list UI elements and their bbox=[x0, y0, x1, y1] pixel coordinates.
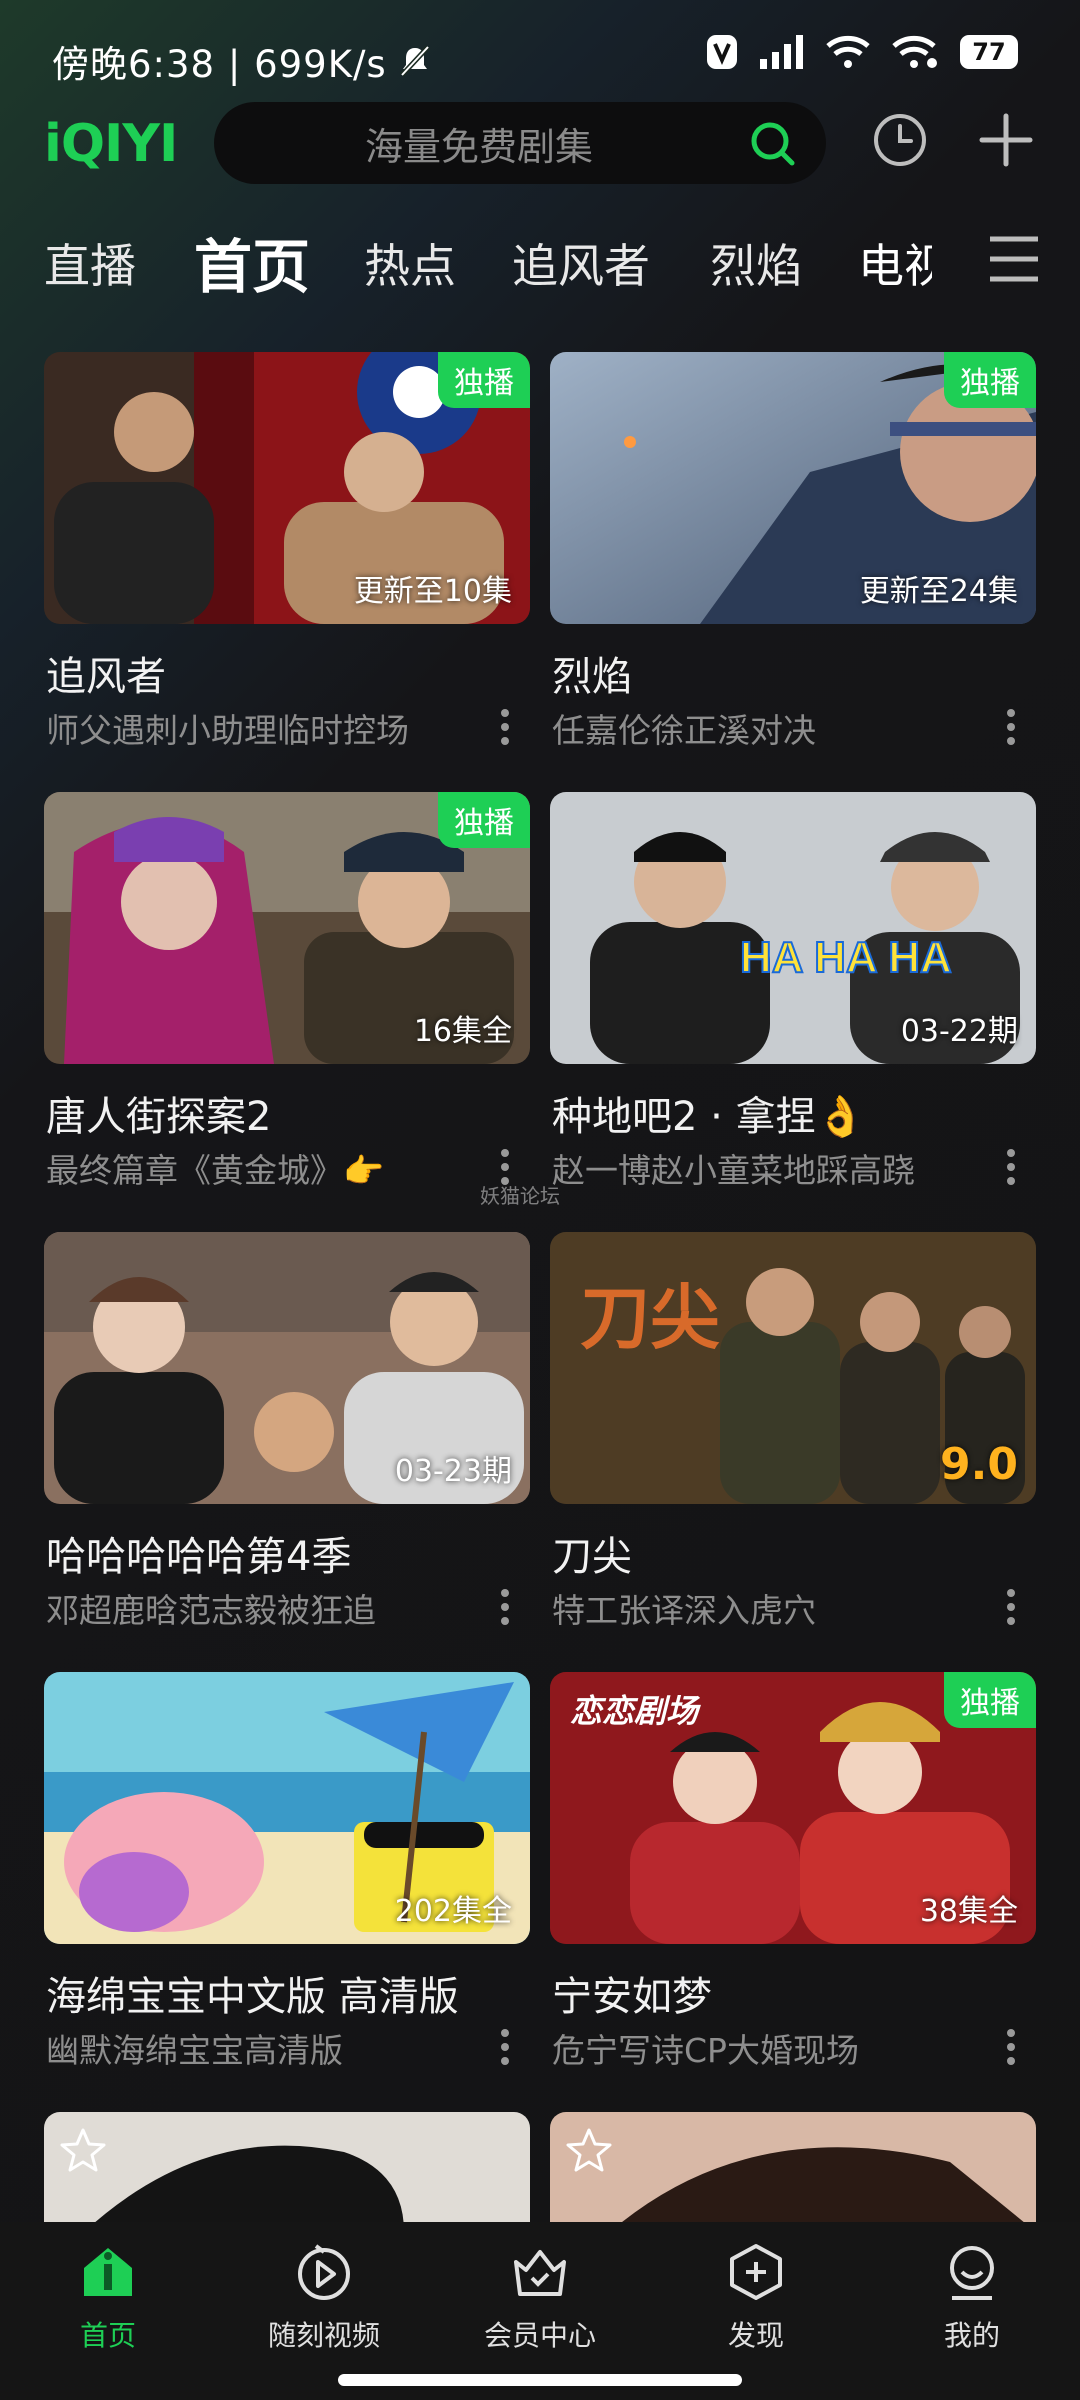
more-options-icon[interactable] bbox=[1006, 2028, 1016, 2066]
nav-discover[interactable]: 发现 bbox=[656, 2242, 856, 2354]
channel-tabs: 直播 首页 热点 追风者 烈焰 电视 bbox=[0, 220, 1080, 301]
status-bar: 傍晚6:38 | 699K/s 77 bbox=[0, 0, 1080, 110]
video-thumbnail[interactable]: 刀尖 9.0 bbox=[550, 1232, 1036, 1504]
nav-vip-label: 会员中心 bbox=[483, 2319, 596, 2352]
video-title[interactable]: 种地吧2 · 拿捏👌 bbox=[552, 1084, 865, 1142]
history-clock-icon[interactable] bbox=[872, 112, 928, 168]
video-thumbnail[interactable]: 03-23期 bbox=[44, 1232, 530, 1504]
tab-zhuifengzhe[interactable]: 追风者 bbox=[512, 230, 650, 296]
tab-hot[interactable]: 热点 bbox=[364, 230, 456, 296]
status-time: 傍晚6:38 | 699K/s bbox=[52, 43, 387, 86]
haha-logo-text: HA HA HA bbox=[740, 933, 952, 982]
signal-icon bbox=[760, 35, 803, 69]
video-thumbnail[interactable]: 202集全 bbox=[44, 1672, 530, 1944]
exclusive-badge: 独播 bbox=[944, 1672, 1036, 1728]
video-subtitle: 师父遇刺小助理临时控场 bbox=[46, 711, 409, 750]
episode-status: 202集全 bbox=[394, 1894, 512, 1929]
wifi-icon bbox=[826, 35, 870, 68]
home-icon bbox=[84, 2248, 132, 2296]
video-subtitle: 邓超鹿晗范志毅被狂追 bbox=[46, 1591, 376, 1630]
episode-status: 16集全 bbox=[413, 1014, 512, 1049]
rating-score: 9.0 bbox=[940, 1439, 1018, 1490]
video-thumbnail[interactable]: 独播 更新至10集 bbox=[44, 352, 530, 624]
status-right: 77 bbox=[706, 34, 1018, 70]
episode-status: 更新至24集 bbox=[859, 574, 1018, 609]
daojian-logo-text: 刀尖 bbox=[580, 1276, 720, 1359]
forum-watermark: 妖猫论坛 bbox=[480, 1184, 560, 1208]
video-subtitle: 任嘉伦徐正溪对决 bbox=[552, 711, 816, 750]
video-title[interactable]: 海绵宝宝中文版 高清版 bbox=[46, 1964, 459, 2022]
battery-level: 77 bbox=[960, 35, 1018, 69]
status-left: 傍晚6:38 | 699K/s bbox=[52, 34, 433, 88]
exclusive-badge: 独播 bbox=[944, 352, 1036, 408]
search-bar[interactable]: 海量免费剧集 bbox=[214, 102, 826, 184]
video-thumbnail[interactable]: 恋恋剧场 独播 38集全 bbox=[550, 1672, 1036, 1944]
nav-discover-label: 发现 bbox=[727, 2319, 784, 2352]
iqiyi-logo: iQIYI bbox=[44, 114, 178, 174]
episode-status: 更新至10集 bbox=[353, 574, 512, 609]
app-header: iQIYI 海量免费剧集 bbox=[0, 100, 1080, 190]
exclusive-badge: 独播 bbox=[438, 352, 530, 408]
video-subtitle: 赵一博赵小童菜地踩高跷 bbox=[552, 1151, 915, 1190]
exclusive-badge: 独播 bbox=[438, 792, 530, 848]
more-options-icon[interactable] bbox=[1006, 708, 1016, 746]
nav-mine[interactable]: 我的 bbox=[872, 2242, 1072, 2354]
video-subtitle: 最终篇章《黄金城》👉 bbox=[46, 1151, 385, 1190]
video-thumbnail[interactable] bbox=[550, 2112, 1036, 2232]
episode-status: 03-23期 bbox=[394, 1454, 512, 1489]
video-subtitle: 危宁写诗CP大婚现场 bbox=[552, 2031, 859, 2070]
video-title[interactable]: 刀尖 bbox=[552, 1524, 632, 1582]
home-indicator[interactable] bbox=[338, 2374, 742, 2386]
discover-plus-icon bbox=[730, 2244, 782, 2300]
video-thumbnail[interactable] bbox=[44, 2112, 530, 2232]
nav-home-label: 首页 bbox=[79, 2319, 136, 2352]
hotspot-icon bbox=[892, 35, 937, 68]
nav-suike[interactable]: 随刻视频 bbox=[224, 2242, 424, 2354]
episode-status: 38集全 bbox=[919, 1894, 1018, 1929]
vpn-icon bbox=[707, 35, 737, 69]
thumbnail-art bbox=[44, 2112, 530, 2232]
tab-live[interactable]: 直播 bbox=[44, 230, 136, 296]
search-placeholder: 海量免费剧集 bbox=[364, 124, 593, 169]
video-title[interactable]: 唐人街探案2 bbox=[46, 1084, 271, 1142]
profile-face-icon bbox=[950, 2246, 994, 2300]
app-screen: 傍晚6:38 | 699K/s 77 iQIYI 海量免费剧集 直播 首页 热点 bbox=[0, 0, 1080, 2400]
video-title[interactable]: 追风者 bbox=[46, 644, 166, 702]
video-thumbnail[interactable]: 独播 16集全 bbox=[44, 792, 530, 1064]
more-options-icon[interactable] bbox=[500, 1588, 510, 1626]
lianlian-logo-text: 恋恋剧场 bbox=[570, 1692, 701, 1730]
video-title[interactable]: 哈哈哈哈哈第4季 bbox=[46, 1524, 351, 1582]
more-options-icon[interactable] bbox=[500, 708, 510, 746]
tab-menu-icon[interactable] bbox=[988, 234, 1040, 284]
tab-tv[interactable]: 电视 bbox=[858, 230, 932, 296]
search-icon[interactable] bbox=[748, 119, 796, 167]
thumbnail-art bbox=[550, 2112, 1036, 2232]
more-options-icon[interactable] bbox=[500, 2028, 510, 2066]
add-plus-icon[interactable] bbox=[978, 112, 1034, 168]
video-play-icon bbox=[298, 2244, 350, 2300]
video-title[interactable]: 烈焰 bbox=[552, 644, 632, 702]
nav-vip[interactable]: 会员中心 bbox=[440, 2242, 640, 2354]
more-options-icon[interactable] bbox=[1006, 1588, 1016, 1626]
more-options-icon[interactable] bbox=[1006, 1148, 1016, 1186]
video-thumbnail[interactable]: HA HA HA 03-22期 bbox=[550, 792, 1036, 1064]
star-favorite-icon[interactable] bbox=[564, 2126, 614, 2176]
vip-crown-icon bbox=[514, 2250, 566, 2296]
nav-suike-label: 随刻视频 bbox=[267, 2319, 380, 2352]
star-favorite-icon[interactable] bbox=[58, 2126, 108, 2176]
nav-home[interactable]: 首页 bbox=[8, 2242, 208, 2354]
nav-mine-label: 我的 bbox=[943, 2319, 1000, 2352]
episode-status: 03-22期 bbox=[900, 1014, 1018, 1049]
video-subtitle: 幽默海绵宝宝高清版 bbox=[46, 2031, 343, 2070]
video-title[interactable]: 宁安如梦 bbox=[552, 1964, 712, 2022]
video-thumbnail[interactable]: 独播 更新至24集 bbox=[550, 352, 1036, 624]
tab-lieyan[interactable]: 烈焰 bbox=[710, 230, 802, 296]
mute-bell-icon bbox=[399, 45, 430, 77]
video-subtitle: 特工张译深入虎穴 bbox=[552, 1591, 816, 1630]
tab-home[interactable]: 首页 bbox=[194, 220, 310, 304]
